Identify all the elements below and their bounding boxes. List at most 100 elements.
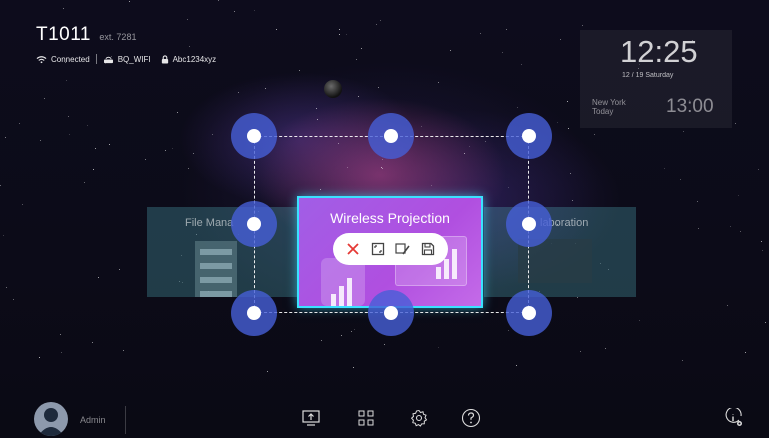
star bbox=[681, 360, 683, 362]
save-icon[interactable] bbox=[418, 239, 438, 259]
star bbox=[60, 333, 62, 335]
star bbox=[118, 268, 120, 270]
star bbox=[594, 133, 596, 135]
divider bbox=[95, 54, 97, 64]
star bbox=[638, 320, 640, 322]
star bbox=[698, 227, 699, 229]
star bbox=[346, 34, 348, 36]
star bbox=[95, 148, 97, 150]
star bbox=[515, 365, 517, 367]
apps-grid-icon[interactable] bbox=[356, 408, 376, 428]
star bbox=[729, 226, 731, 228]
star bbox=[383, 344, 385, 346]
star bbox=[557, 121, 559, 123]
star bbox=[437, 81, 439, 83]
star bbox=[679, 178, 681, 180]
star bbox=[360, 47, 362, 49]
star bbox=[276, 29, 278, 31]
star bbox=[218, 0, 220, 1]
star bbox=[357, 95, 359, 97]
star bbox=[683, 130, 685, 132]
star bbox=[761, 250, 763, 252]
fullscreen-icon[interactable] bbox=[368, 239, 388, 259]
star bbox=[92, 341, 94, 343]
resize-handle-bottom-left[interactable] bbox=[231, 290, 277, 336]
star bbox=[254, 10, 256, 12]
selection-frame bbox=[254, 136, 529, 313]
star bbox=[299, 69, 301, 71]
star bbox=[39, 140, 41, 142]
star bbox=[18, 122, 20, 124]
star bbox=[265, 88, 267, 90]
star bbox=[187, 19, 189, 21]
star bbox=[68, 134, 70, 135]
star bbox=[67, 115, 69, 117]
star bbox=[61, 351, 63, 353]
star bbox=[577, 297, 579, 299]
star bbox=[122, 349, 124, 351]
resize-handle-bottom-right[interactable] bbox=[506, 290, 552, 336]
star bbox=[727, 304, 729, 306]
star bbox=[450, 50, 452, 52]
second-city-name: New York bbox=[592, 98, 626, 107]
clock-widget[interactable]: 12:25 12 / 19 Saturday New York Today 13… bbox=[580, 30, 732, 128]
star bbox=[62, 7, 64, 9]
star bbox=[765, 322, 766, 324]
star bbox=[92, 168, 94, 170]
star bbox=[165, 149, 167, 151]
screen-share-icon[interactable] bbox=[301, 408, 321, 428]
file-manager-label: File Mana bbox=[185, 217, 234, 229]
edit-icon[interactable] bbox=[393, 239, 413, 259]
room-info: T1011 ext. 7281 Connected BQ_WIFI Abc123… bbox=[36, 24, 216, 64]
resize-handle-left[interactable] bbox=[231, 201, 277, 247]
resize-handle-top-left[interactable] bbox=[231, 113, 277, 159]
wifi-name: BQ_WIFI bbox=[117, 54, 151, 64]
star bbox=[66, 79, 68, 81]
star bbox=[22, 203, 24, 205]
star bbox=[83, 181, 85, 183]
resize-handle-top-right[interactable] bbox=[506, 113, 552, 159]
star bbox=[177, 112, 179, 114]
user-name: Admin bbox=[80, 415, 106, 425]
help-icon[interactable] bbox=[461, 408, 481, 428]
resize-handle-right[interactable] bbox=[506, 201, 552, 247]
star bbox=[696, 200, 698, 202]
camera-dot bbox=[324, 80, 342, 98]
star bbox=[187, 168, 189, 170]
resize-handle-top[interactable] bbox=[368, 113, 414, 159]
clock-time: 12:25 bbox=[620, 34, 698, 69]
star bbox=[145, 159, 147, 161]
star bbox=[212, 134, 214, 135]
star bbox=[378, 87, 380, 89]
star bbox=[354, 328, 356, 330]
star bbox=[43, 97, 45, 99]
star bbox=[375, 24, 377, 26]
star bbox=[568, 128, 570, 130]
star bbox=[317, 118, 319, 120]
star bbox=[0, 185, 2, 187]
star bbox=[237, 92, 239, 94]
star bbox=[605, 347, 607, 349]
widget-toolbar bbox=[333, 233, 448, 265]
star bbox=[420, 125, 422, 127]
resize-handle-bottom[interactable] bbox=[368, 290, 414, 336]
settings-icon[interactable] bbox=[409, 408, 429, 428]
star bbox=[520, 64, 522, 66]
avatar[interactable] bbox=[34, 402, 68, 436]
router-icon bbox=[103, 56, 113, 63]
room-number: T1011 bbox=[36, 24, 91, 45]
star bbox=[350, 331, 352, 333]
second-city-time: 13:00 bbox=[666, 96, 714, 117]
file-manager-icon bbox=[195, 241, 237, 297]
star bbox=[341, 335, 343, 337]
close-icon[interactable] bbox=[343, 239, 363, 259]
star bbox=[339, 33, 341, 35]
star bbox=[128, 1, 130, 3]
star bbox=[97, 276, 99, 278]
star bbox=[664, 167, 666, 169]
star bbox=[355, 59, 357, 61]
star bbox=[570, 173, 572, 175]
info-settings-icon[interactable] bbox=[724, 408, 744, 428]
bottom-bar: Admin bbox=[0, 388, 769, 438]
star bbox=[379, 19, 381, 21]
